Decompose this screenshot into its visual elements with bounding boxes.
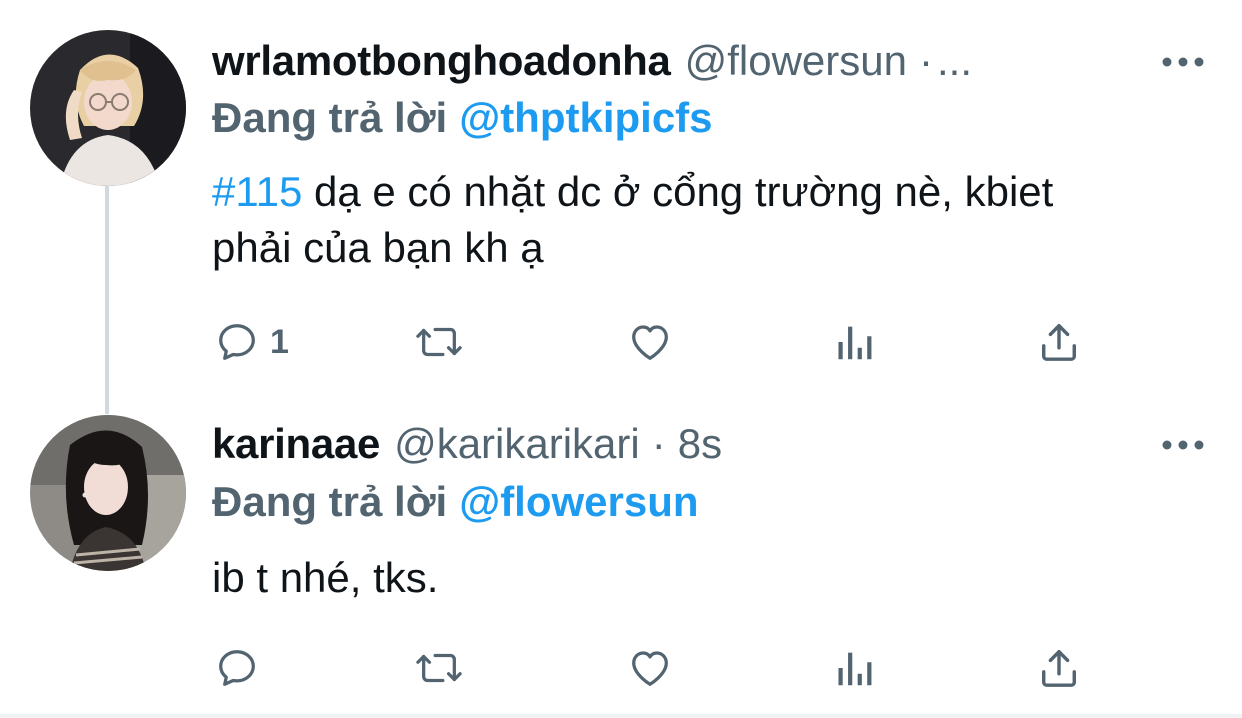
tweet-header: karinaae @karikarikari · 8s <box>212 414 1242 474</box>
hashtag-link[interactable]: #115 <box>212 168 302 215</box>
share-button[interactable] <box>1038 638 1080 698</box>
more-options-icon[interactable] <box>1160 52 1206 72</box>
tweet-text: #115 dạ e có nhặt dc ở cổng trường nè, k… <box>212 164 1132 276</box>
like-button[interactable] <box>626 638 674 698</box>
share-icon <box>1042 324 1076 361</box>
display-name[interactable]: wrlamotbonghoadonha <box>212 37 671 85</box>
tweet-body: dạ e có nhặt dc ở cổng trường nè, kbiet … <box>212 168 1054 271</box>
replying-to-handle-link[interactable]: @thptkipicfs <box>459 94 712 142</box>
like-button[interactable] <box>626 312 674 372</box>
separator-dot: · <box>651 420 666 467</box>
replying-to-label: Đang trả lời <box>212 478 448 525</box>
reply-button[interactable]: 1 <box>214 312 289 372</box>
reply-icon <box>219 650 255 686</box>
separator-dot: · <box>919 37 933 84</box>
reply-count: 1 <box>270 322 289 361</box>
replying-to: Đang trả lời @thptkipicfs <box>212 90 713 146</box>
retweet-icon <box>416 653 462 683</box>
views-icon <box>838 652 872 686</box>
replying-to-handle-link[interactable]: @flowersun <box>459 478 698 526</box>
tweet[interactable]: wrlamotbonghoadonha @flowersun · ... Đan… <box>0 0 1242 400</box>
tweet-actions: 1 <box>212 312 1092 372</box>
avatar[interactable] <box>30 30 186 186</box>
retweet-button[interactable] <box>414 638 464 698</box>
like-icon <box>632 325 668 360</box>
reply-thread: wrlamotbonghoadonha @flowersun · ... Đan… <box>0 0 1242 718</box>
user-handle[interactable]: @flowersun <box>685 37 907 85</box>
retweet-button[interactable] <box>414 312 464 372</box>
views-icon <box>838 326 872 360</box>
retweet-icon <box>416 327 462 357</box>
share-button[interactable] <box>1038 312 1080 372</box>
divider <box>0 714 1242 718</box>
more-options-icon[interactable] <box>1160 435 1206 455</box>
replying-to-label: Đang trả lời <box>212 94 448 141</box>
tweet-body: ib t nhé, tks. <box>212 554 439 601</box>
tweet-actions <box>212 638 1092 698</box>
user-handle[interactable]: @karikarikari <box>394 420 640 468</box>
tweet-header: wrlamotbonghoadonha @flowersun · ... <box>212 31 1242 91</box>
tweet-text: ib t nhé, tks. <box>212 550 1132 606</box>
reply-icon <box>219 324 255 360</box>
avatar[interactable] <box>30 415 186 571</box>
timestamp[interactable]: 8s <box>678 420 722 468</box>
truncated-ellipsis: ... <box>937 37 973 84</box>
tweet[interactable]: karinaae @karikarikari · 8s Đang trả lời… <box>0 400 1242 718</box>
reply-button[interactable] <box>214 638 260 698</box>
views-button[interactable] <box>834 638 874 698</box>
replying-to: Đang trả lời @flowersun <box>212 474 699 530</box>
display-name[interactable]: karinaae <box>212 420 380 468</box>
views-button[interactable] <box>834 312 874 372</box>
like-icon <box>632 651 668 686</box>
share-icon <box>1042 650 1076 687</box>
